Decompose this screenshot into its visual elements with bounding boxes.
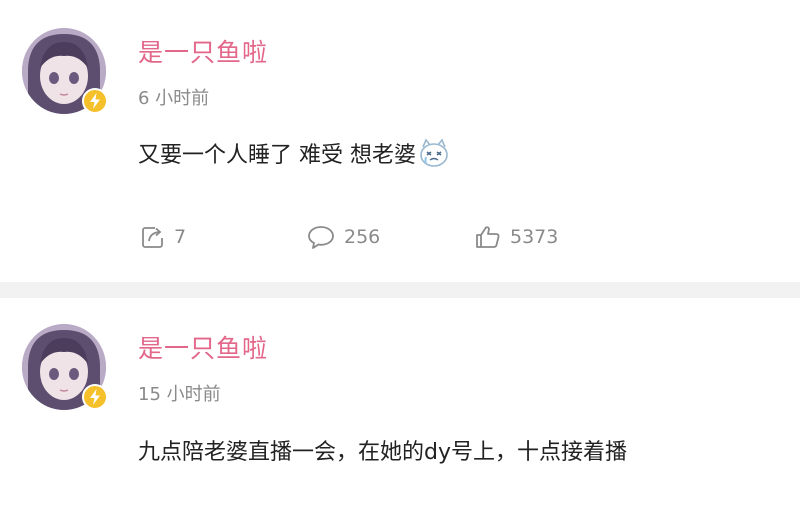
crying-face-emoji-icon	[418, 137, 450, 169]
avatar-wrapper[interactable]	[22, 28, 108, 114]
action-bar: 7 256 5373	[140, 222, 740, 252]
lightning-badge-icon	[82, 88, 108, 114]
comment-button[interactable]: 256	[306, 222, 380, 252]
post-timestamp[interactable]: 15 小时前	[138, 380, 221, 406]
post-card: 是一只鱼啦 6 小时前 又要一个人睡了 难受 想老婆 7 256 5373	[0, 0, 800, 282]
avatar-wrapper[interactable]	[22, 324, 108, 410]
thumbs-up-icon	[476, 226, 500, 248]
lightning-badge-icon	[82, 384, 108, 410]
post-text: 又要一个人睡了 难受 想老婆	[138, 137, 450, 169]
post-timestamp[interactable]: 6 小时前	[138, 84, 209, 110]
feed-divider	[0, 282, 800, 298]
comment-count: 256	[344, 226, 381, 248]
comment-icon	[308, 226, 334, 249]
post-text-body: 九点陪老婆直播一会，在她的dy号上，十点接着播	[138, 440, 627, 465]
post-text-body: 又要一个人睡了 难受 想老婆	[138, 143, 416, 168]
repost-button[interactable]: 7	[140, 222, 186, 252]
username-link[interactable]: 是一只鱼啦	[138, 33, 268, 69]
post-card: 是一只鱼啦 15 小时前 九点陪老婆直播一会，在她的dy号上，十点接着播	[0, 298, 800, 520]
username-link[interactable]: 是一只鱼啦	[138, 329, 268, 365]
weibo-feed: 是一只鱼啦 6 小时前 又要一个人睡了 难受 想老婆 7 256 5373 是一…	[0, 0, 800, 520]
like-count: 5373	[510, 226, 559, 248]
repost-count: 7	[174, 226, 187, 248]
like-button[interactable]: 5373	[474, 222, 558, 252]
post-text: 九点陪老婆直播一会，在她的dy号上，十点接着播	[138, 434, 627, 466]
repost-icon	[142, 227, 163, 248]
